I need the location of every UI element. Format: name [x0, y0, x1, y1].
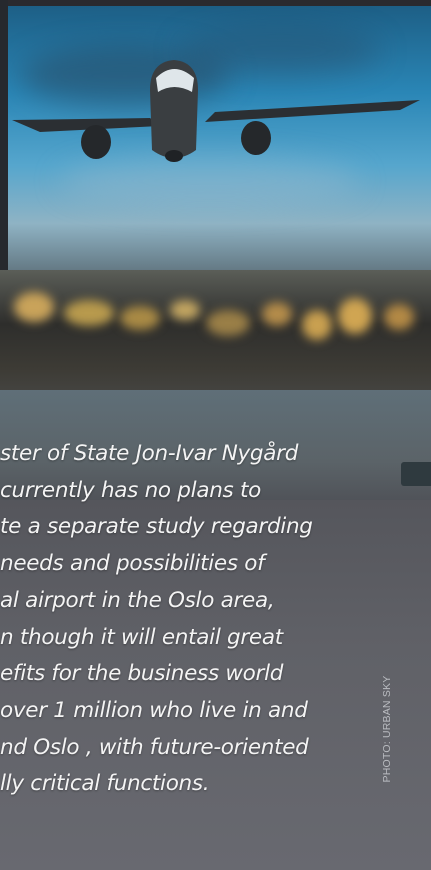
photo-credit: PHOTO: URBAN SKY [381, 675, 393, 783]
article-line: over 1 million who live in and [0, 697, 308, 723]
bokeh-light [64, 300, 114, 326]
article-line: al airport in the Oslo area, [0, 587, 275, 613]
bokeh-light [120, 306, 160, 330]
article-line: nd Oslo , with future-oriented [0, 734, 309, 760]
bokeh-light [170, 300, 200, 320]
bokeh-light [14, 292, 54, 322]
article-line: lly critical functions. [0, 771, 210, 797]
article-line: n though it will entail great [0, 624, 283, 650]
bokeh-light [338, 298, 372, 334]
bokeh-light [206, 310, 250, 336]
article-line: te a separate study regarding [0, 514, 313, 540]
article-line: ster of State Jon-Ivar Nygård [0, 441, 299, 466]
bokeh-light [302, 310, 332, 340]
article-line: currently has no plans to [0, 477, 261, 503]
tag-badge [401, 462, 431, 486]
article-line: needs and possibilities of [0, 551, 265, 577]
airplane-image [12, 60, 420, 162]
bokeh-light [384, 304, 414, 330]
bokeh-light [262, 302, 292, 326]
article-body-text: ster of State Jon-Ivar Nygård currently … [0, 436, 360, 803]
article-line: efits for the business world [0, 661, 284, 687]
